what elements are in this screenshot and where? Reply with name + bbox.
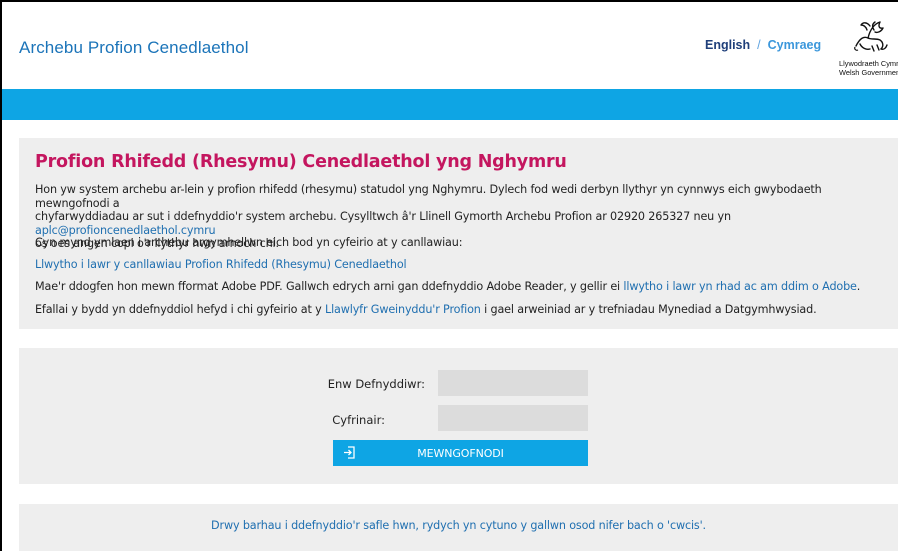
navigation-bar	[2, 89, 898, 120]
logo-text-english: Welsh Government	[839, 68, 898, 77]
intro-paragraph-2: Cyn mynd ymlaen i archebu argymhellwn ei…	[35, 236, 463, 249]
manual-info-end: i gael arweiniad ar y trefniadau Mynedia…	[480, 303, 817, 316]
login-panel: Enw Defnyddiwr: Cyfrinair: MEWNGOFNODI	[19, 348, 898, 484]
password-label: Cyfrinair:	[332, 413, 385, 427]
cookie-notice-link[interactable]: Drwy barhau i ddefnyddio'r safle hwn, ry…	[19, 519, 898, 532]
login-button[interactable]: MEWNGOFNODI	[333, 440, 588, 466]
lang-english-link[interactable]: English	[705, 38, 750, 52]
password-input[interactable]	[438, 405, 588, 431]
cookie-notice: Drwy barhau i ddefnyddio'r safle hwn, ry…	[19, 504, 898, 551]
login-button-label: MEWNGOFNODI	[417, 447, 504, 460]
intro-panel: Profion Rhifedd (Rhesymu) Cenedlaethol y…	[19, 138, 898, 329]
lang-separator: /	[757, 38, 761, 52]
page: Archebu Profion Cenedlaethol English / Cym…	[2, 2, 898, 551]
admin-manual-link[interactable]: Llawlyfr Gweinyddu'r Profion	[325, 303, 481, 316]
dragon-icon	[854, 21, 888, 52]
logo-text-welsh: Llywodraeth Cymru	[839, 59, 898, 68]
lang-welsh-link[interactable]: Cymraeg	[768, 38, 822, 52]
adobe-download-link[interactable]: llwytho i lawr yn rhad ac am ddim o Adob…	[623, 280, 857, 293]
site-title-link[interactable]: Archebu Profion Cenedlaethol	[19, 38, 249, 58]
pdf-info-end: .	[856, 280, 861, 293]
username-label: Enw Defnyddiwr:	[327, 377, 425, 391]
page-heading: Profion Rhifedd (Rhesymu) Cenedlaethol y…	[35, 152, 567, 172]
support-email-link[interactable]: aplc@profioncenedlaethol.cymru	[35, 224, 216, 237]
username-input[interactable]	[438, 370, 588, 396]
intro-paragraph-4: Efallai y bydd yn ddefnyddiol hefyd i ch…	[35, 303, 893, 317]
language-switcher: English / Cymraeg	[705, 38, 821, 52]
intro-paragraph-3: Mae'r ddogfen hon mewn fformat Adobe PDF…	[35, 280, 893, 294]
pdf-info-text: Mae'r ddogfen hon mewn fformat Adobe PDF…	[35, 280, 624, 293]
site-header: Archebu Profion Cenedlaethol English / Cym…	[2, 2, 898, 88]
intro-paragraph-guidance: Llwytho i lawr y canllawiau Profion Rhif…	[35, 258, 893, 272]
intro-text-line-2: chyfarwyddiadau ar sut i ddefnyddio'r sy…	[35, 210, 731, 224]
manual-info-text: Efallai y bydd yn ddefnyddiol hefyd i ch…	[35, 303, 325, 316]
intro-text-line-1: Hon yw system archebu ar-lein y profion …	[35, 183, 822, 210]
guidance-download-link[interactable]: Llwytho i lawr y canllawiau Profion Rhif…	[35, 258, 407, 271]
welsh-government-logo: Llywodraeth Cymru Welsh Government	[838, 16, 898, 80]
